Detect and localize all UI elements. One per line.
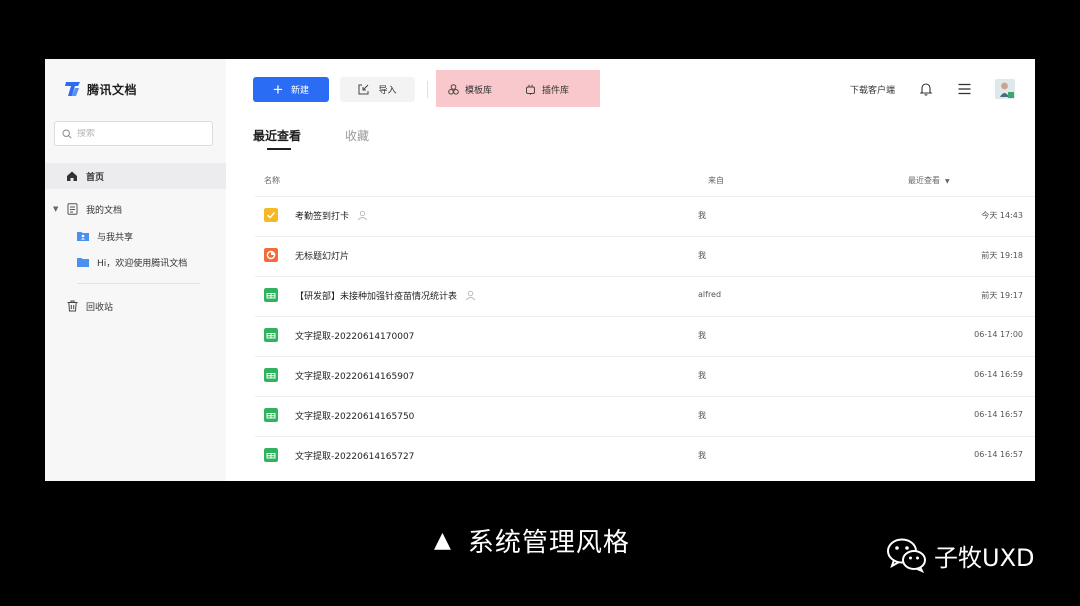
table-row[interactable]: 文字提取-20220614165750 我 06-14 16:57 xyxy=(255,396,1035,436)
sidebar-item-label: 我的文档 xyxy=(86,205,123,216)
plus-icon: + xyxy=(273,80,283,99)
file-from: 我 xyxy=(698,371,706,380)
triangle-icon: ▲ xyxy=(434,528,452,553)
column-header-from: 来自 xyxy=(708,176,724,185)
watermark-text: 子牧UXD xyxy=(934,543,1035,572)
sidebar-item-label: Hi，欢迎使用腾讯文档 xyxy=(97,258,188,269)
column-header-last-viewed[interactable]: 最近查看 ▼ xyxy=(908,175,950,186)
tencent-docs-logo-icon xyxy=(65,82,80,96)
file-time: 前天 19:18 xyxy=(981,251,1023,260)
document-icon xyxy=(66,203,78,215)
sidebar-item-label: 与我共享 xyxy=(97,232,134,243)
sidebar: 腾讯文档 首页 ▼ 我的文档 与我共享 xyxy=(45,59,226,481)
sheet-icon xyxy=(264,408,278,422)
file-name: 【研发部】未接种加强针疫苗情况统计表 xyxy=(295,289,476,302)
sidebar-item-shared[interactable]: 与我共享 xyxy=(45,223,226,249)
templates-label: 模板库 xyxy=(465,85,493,96)
table-row[interactable]: 【研发部】未接种加强针疫苗情况统计表 alfred 前天 19:17 xyxy=(255,276,1035,316)
shared-folder-icon xyxy=(77,230,89,242)
template-icon xyxy=(448,83,459,95)
sheet-icon xyxy=(264,448,278,462)
file-name: 考勤签到打卡 xyxy=(295,209,368,222)
tab-favorites[interactable]: 收藏 xyxy=(345,127,369,144)
active-tab-indicator xyxy=(267,148,291,150)
shared-user-icon xyxy=(357,210,368,221)
sidebar-item-my-docs[interactable]: ▼ 我的文档 xyxy=(45,196,226,222)
table-row[interactable]: 考勤签到打卡 我 今天 14:43 xyxy=(255,196,1035,236)
file-from: 我 xyxy=(698,451,706,460)
table-row[interactable]: 文字提取-20220614170007 我 06-14 17:00 xyxy=(255,316,1035,356)
import-button-label: 导入 xyxy=(378,85,397,95)
slide-caption: ▲ 系统管理风格 xyxy=(434,522,630,559)
new-button[interactable]: + 新建 xyxy=(253,77,329,102)
file-from: alfred xyxy=(698,290,722,299)
app-name: 腾讯文档 xyxy=(87,82,138,97)
plugin-icon xyxy=(526,84,535,95)
file-name: 无标题幻灯片 xyxy=(295,252,350,262)
checkin-icon xyxy=(264,208,278,222)
file-name: 文字提取-20220614165727 xyxy=(295,452,415,462)
watermark: 子牧UXD xyxy=(886,537,1035,573)
column-header-label: 最近查看 xyxy=(908,176,940,185)
avatar-image xyxy=(995,79,1015,99)
menu-icon[interactable] xyxy=(958,83,971,95)
new-button-label: 新建 xyxy=(290,85,309,95)
import-button[interactable]: 导入 xyxy=(340,77,415,102)
file-time: 前天 19:17 xyxy=(981,291,1023,300)
search-icon xyxy=(62,128,72,139)
sort-caret-icon: ▼ xyxy=(945,178,950,185)
column-header-name: 名称 xyxy=(264,176,280,185)
sidebar-item-trash[interactable]: 回收站 xyxy=(45,293,226,319)
download-client-link[interactable]: 下载客户端 xyxy=(850,83,895,96)
import-icon xyxy=(358,84,369,95)
bell-icon[interactable] xyxy=(919,82,933,96)
sidebar-item-welcome-folder[interactable]: Hi，欢迎使用腾讯文档 xyxy=(45,249,226,275)
file-from: 我 xyxy=(698,211,706,220)
file-time: 06-14 16:57 xyxy=(974,450,1023,459)
file-time: 今天 14:43 xyxy=(981,211,1023,220)
avatar[interactable] xyxy=(995,79,1015,99)
file-time: 06-14 16:59 xyxy=(974,370,1023,379)
wechat-icon xyxy=(887,538,926,573)
app-logo[interactable]: 腾讯文档 xyxy=(64,79,137,99)
plugins-button[interactable]: 插件库 xyxy=(525,82,569,96)
plugins-label: 插件库 xyxy=(542,85,570,96)
file-from: 我 xyxy=(698,411,706,420)
sheet-icon xyxy=(264,368,278,382)
shared-user-icon xyxy=(465,290,476,301)
file-time: 06-14 17:00 xyxy=(974,330,1023,339)
sidebar-item-label: 首页 xyxy=(86,172,105,183)
file-name: 文字提取-20220614170007 xyxy=(295,332,415,342)
toolbar-divider xyxy=(427,81,428,98)
file-from: 我 xyxy=(698,251,706,260)
file-name: 文字提取-20220614165907 xyxy=(295,372,415,382)
sheet-icon xyxy=(264,288,278,302)
folder-icon xyxy=(77,256,89,268)
sheet-icon xyxy=(264,328,278,342)
sidebar-divider xyxy=(77,283,200,284)
file-from: 我 xyxy=(698,331,706,340)
table-row[interactable]: 文字提取-20220614165727 我 06-14 16:57 xyxy=(255,436,1035,476)
caret-down-icon[interactable]: ▼ xyxy=(53,205,66,213)
trash-icon xyxy=(66,300,78,312)
file-time: 06-14 16:57 xyxy=(974,410,1023,419)
home-icon xyxy=(66,170,78,182)
sidebar-item-label: 回收站 xyxy=(86,302,114,313)
templates-button[interactable]: 模板库 xyxy=(448,82,492,96)
tab-recent[interactable]: 最近查看 xyxy=(253,127,301,144)
search-input[interactable] xyxy=(77,128,197,139)
search-box[interactable] xyxy=(54,121,213,146)
table-row[interactable]: 无标题幻灯片 我 前天 19:18 xyxy=(255,236,1035,276)
file-name: 文字提取-20220614165750 xyxy=(295,412,415,422)
app-window: 腾讯文档 首页 ▼ 我的文档 与我共享 xyxy=(45,59,1035,481)
slides-icon xyxy=(264,248,278,262)
sidebar-item-home[interactable]: 首页 xyxy=(45,163,226,189)
table-row[interactable]: 文字提取-20220614165907 我 06-14 16:59 xyxy=(255,356,1035,396)
caption-text: 系统管理风格 xyxy=(467,528,630,558)
